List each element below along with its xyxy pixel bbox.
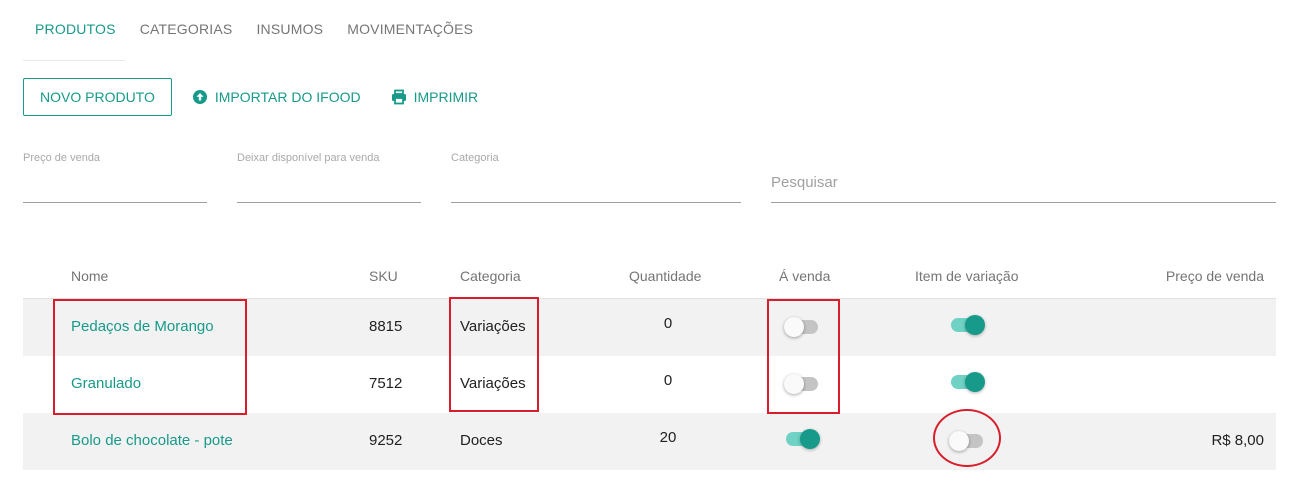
price-filter-underline	[23, 202, 207, 203]
header-name[interactable]: Nome	[71, 268, 108, 284]
table-header: Nome SKU Categoria Quantidade Á venda It…	[23, 252, 1276, 299]
tab-bar: PRODUTOS CATEGORIAS INSUMOS MOVIMENTAÇÕE…	[23, 0, 485, 62]
page: PRODUTOS CATEGORIAS INSUMOS MOVIMENTAÇÕE…	[0, 0, 1297, 488]
annotation-circle-variation	[933, 409, 1001, 467]
toggle-knob	[965, 315, 985, 335]
annotation-box-categories	[449, 297, 539, 412]
category-filter-label: Categoria	[451, 152, 499, 164]
print-button[interactable]: IMPRIMIR	[381, 78, 489, 116]
search-underline	[771, 202, 1276, 203]
import-ifood-label: IMPORTAR DO IFOOD	[214, 89, 361, 105]
toggle-knob	[965, 372, 985, 392]
upload-circle-icon	[192, 89, 208, 105]
category-filter-underline	[451, 202, 741, 203]
import-ifood-button[interactable]: IMPORTAR DO IFOOD	[182, 78, 371, 116]
tab-indicator	[23, 60, 125, 61]
tab-categorias[interactable]: CATEGORIAS	[128, 0, 245, 58]
available-filter-label: Deixar disponível para venda	[237, 152, 380, 164]
header-for-sale[interactable]: Á venda	[779, 268, 830, 284]
tab-produtos[interactable]: PRODUTOS	[23, 0, 128, 58]
product-sku: 9252	[369, 432, 403, 449]
annotation-box-names	[53, 299, 247, 415]
tab-movimentacoes[interactable]: MOVIMENTAÇÕES	[335, 0, 485, 58]
header-price[interactable]: Preço de venda	[1166, 268, 1264, 284]
product-quantity-value: 0	[663, 315, 673, 332]
variation-item-toggle[interactable]	[949, 372, 985, 392]
toolbar: NOVO PRODUTO IMPORTAR DO IFOOD IMPRIMIR	[23, 78, 488, 116]
variation-item-toggle[interactable]	[949, 315, 985, 335]
search-input[interactable]	[771, 168, 1276, 196]
annotation-box-for-sale	[767, 299, 840, 414]
new-product-button[interactable]: NOVO PRODUTO	[23, 78, 172, 116]
table-row[interactable]: Bolo de chocolate - pote 9252 Doces 20 R…	[23, 413, 1276, 470]
price-filter-label: Preço de venda	[23, 152, 101, 164]
product-sku: 7512	[369, 375, 403, 392]
header-quantity[interactable]: Quantidade	[629, 268, 701, 284]
product-sku: 8815	[369, 318, 403, 335]
available-filter-underline	[237, 202, 421, 203]
toggle-knob	[800, 429, 820, 449]
header-category[interactable]: Categoria	[460, 268, 521, 284]
header-variation-item[interactable]: Item de variação	[915, 268, 1019, 284]
print-label: IMPRIMIR	[413, 89, 479, 105]
product-name-link[interactable]: Bolo de chocolate - pote	[71, 432, 233, 449]
printer-icon	[391, 89, 407, 105]
header-sku[interactable]: SKU	[369, 268, 398, 284]
product-quantity-value: 20	[659, 429, 677, 446]
for-sale-toggle[interactable]	[784, 429, 820, 449]
product-price: R$ 8,00	[1211, 432, 1264, 449]
tab-insumos[interactable]: INSUMOS	[244, 0, 335, 58]
product-category: Doces	[460, 432, 503, 449]
product-quantity-value: 0	[663, 372, 673, 389]
